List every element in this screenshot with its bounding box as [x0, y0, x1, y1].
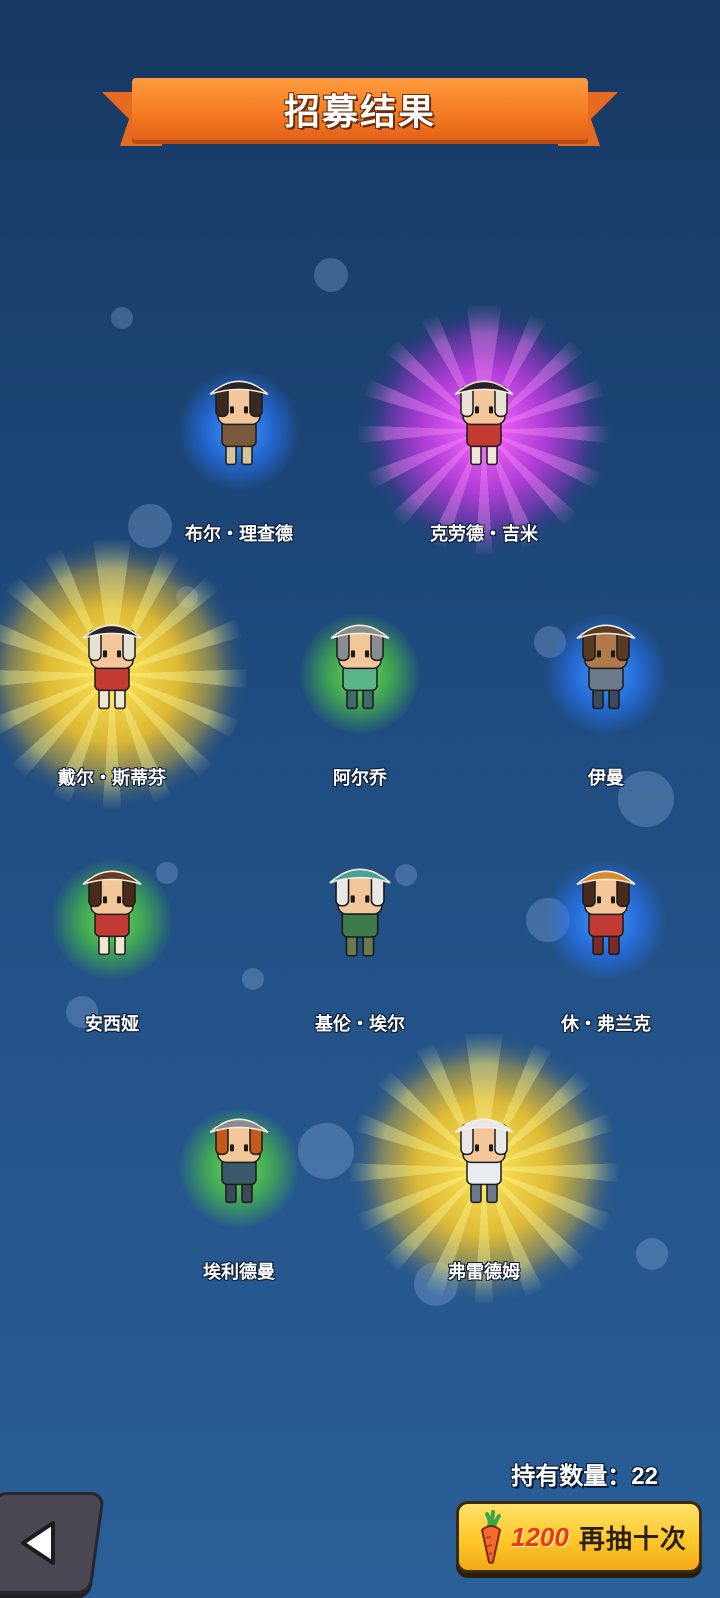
- hero-portrait-icon: [209, 380, 269, 466]
- hero-figure-part: [489, 1144, 493, 1152]
- hero-card[interactable]: 伊曼: [486, 554, 720, 794]
- page-title: 招募结果: [283, 91, 436, 132]
- hero-card[interactable]: 安西娅: [0, 800, 232, 1040]
- hero-card[interactable]: 阿尔乔: [240, 554, 480, 794]
- hero-figure-part: [597, 896, 601, 904]
- hero-card[interactable]: 基伦・埃尔: [240, 800, 480, 1040]
- back-arrow-icon: [21, 1521, 55, 1565]
- draw-ten-button[interactable]: 1200 再抽十次: [456, 1501, 702, 1573]
- banner-body: 招募结果: [132, 78, 588, 140]
- hero-card[interactable]: 布尔・理查德: [119, 310, 359, 550]
- hero-card[interactable]: 克劳德・吉米: [359, 305, 609, 555]
- hero-portrait-icon: [576, 870, 636, 956]
- title-banner: 招募结果: [102, 78, 618, 150]
- bubble: [636, 1238, 668, 1270]
- hero-figure-part: [117, 896, 121, 904]
- hero-name: 布尔・理查德: [185, 524, 293, 544]
- hero-figure-part: [365, 650, 369, 658]
- hero-figure-part: [117, 650, 121, 658]
- hero-figure-part: [611, 650, 615, 658]
- hero-figure-part: [475, 406, 479, 414]
- hero-figure-part: [350, 895, 355, 903]
- hero-card[interactable]: 埃利德曼: [119, 1048, 359, 1288]
- hero-name: 戴尔・斯蒂芬: [58, 768, 166, 788]
- hero-portrait-icon: [82, 624, 142, 710]
- carrot-icon: [480, 1510, 502, 1564]
- hero-figure-part: [230, 406, 234, 414]
- hero-portrait-icon: [209, 1118, 269, 1204]
- back-button[interactable]: [0, 1492, 106, 1594]
- hero-name: 伊曼: [588, 768, 624, 788]
- hero-figure-part: [351, 650, 355, 658]
- hero-portrait-icon: [82, 870, 142, 956]
- hero-portrait-icon: [329, 868, 391, 957]
- hero-figure-part: [489, 406, 493, 414]
- hero-card[interactable]: 戴尔・斯蒂芬: [0, 539, 247, 809]
- hero-name: 休・弗兰克: [561, 1014, 651, 1034]
- hero-portrait-icon: [454, 1118, 514, 1204]
- draw-cost: 1200: [511, 1521, 569, 1552]
- hero-name: 克劳德・吉米: [430, 524, 538, 544]
- hero-figure-part: [611, 896, 615, 904]
- hero-name: 阿尔乔: [333, 768, 387, 788]
- hero-portrait-icon: [454, 380, 514, 466]
- bubble: [314, 258, 348, 292]
- hero-figure-part: [103, 650, 107, 658]
- hero-portrait-icon: [330, 624, 390, 710]
- owned-count: 持有数量：22: [511, 1463, 658, 1490]
- draw-ten-label: 再抽十次: [578, 1523, 687, 1554]
- hero-figure-part: [597, 650, 601, 658]
- hero-name: 基伦・埃尔: [315, 1014, 405, 1034]
- hero-figure-part: [365, 895, 370, 903]
- hero-name: 安西娅: [85, 1014, 139, 1034]
- hero-figure-part: [244, 406, 248, 414]
- hero-figure-part: [103, 896, 107, 904]
- hero-card[interactable]: 休・弗兰克: [486, 800, 720, 1040]
- hero-card[interactable]: 弗雷德姆: [349, 1033, 619, 1303]
- hero-portrait-icon: [576, 624, 636, 710]
- hero-name: 弗雷德姆: [448, 1262, 520, 1282]
- hero-figure-part: [475, 1144, 479, 1152]
- hero-name: 埃利德曼: [203, 1262, 275, 1282]
- hero-figure-part: [244, 1144, 248, 1152]
- hero-figure-part: [230, 1144, 234, 1152]
